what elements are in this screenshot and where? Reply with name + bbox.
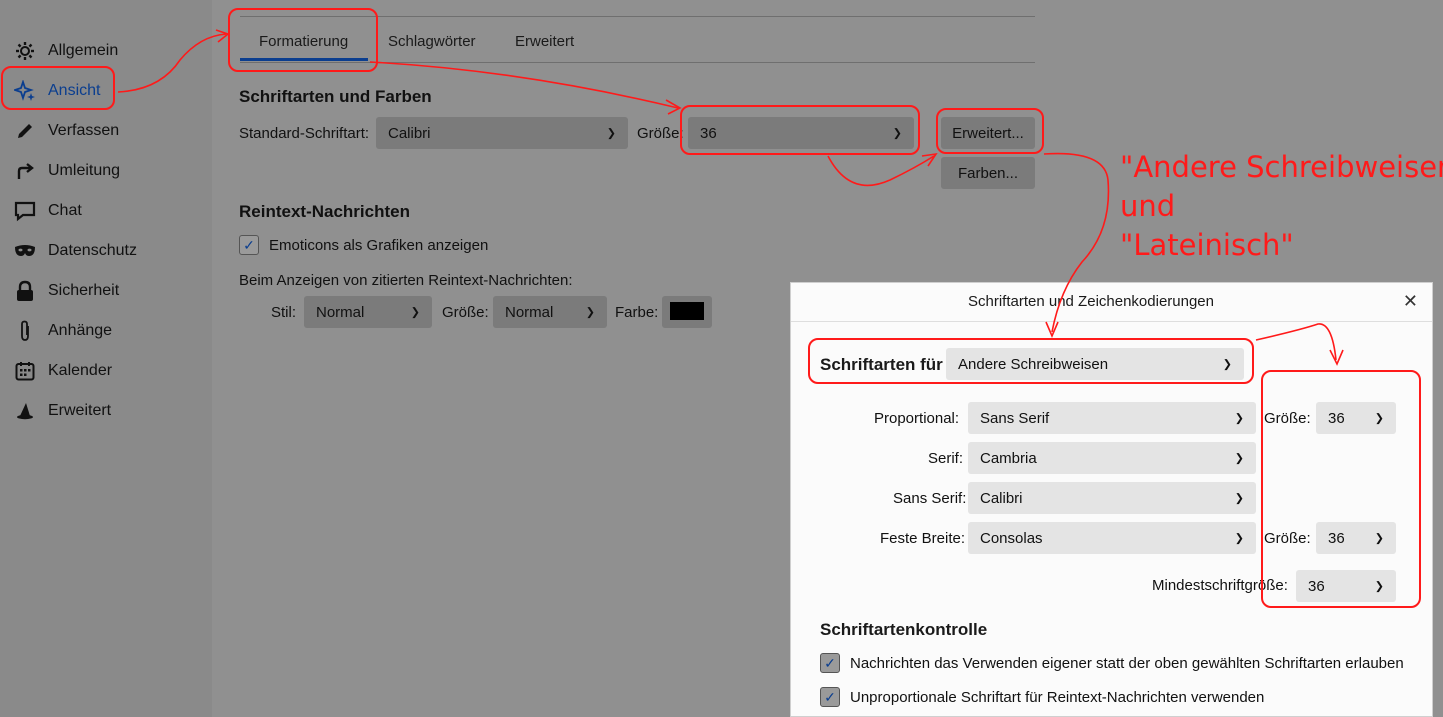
annotation-arrows xyxy=(117,29,1344,366)
